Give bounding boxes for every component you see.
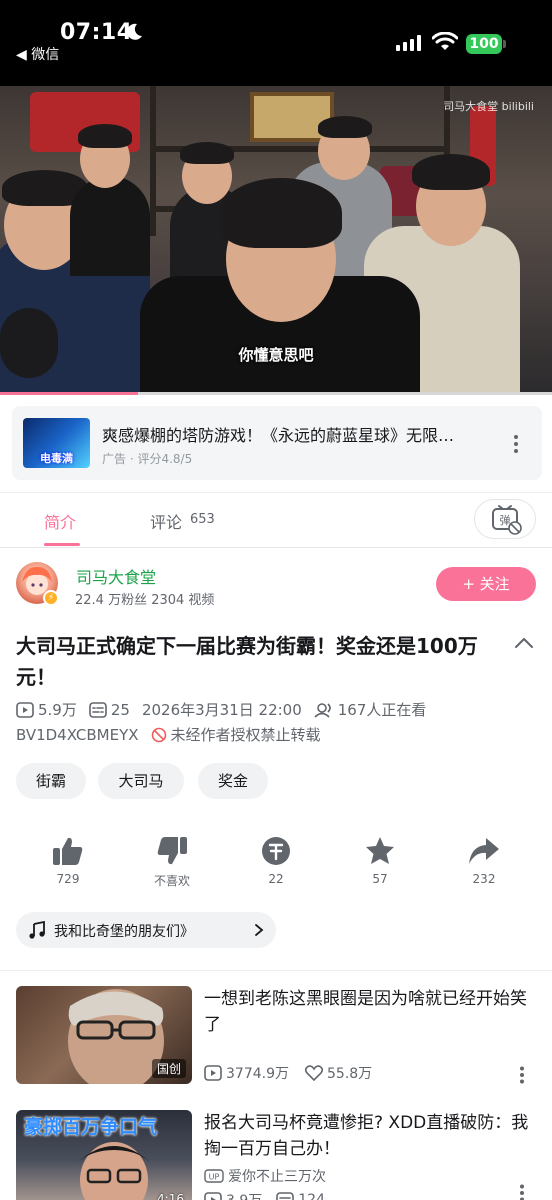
video-progress-bar[interactable]: [0, 392, 552, 395]
ad-thumbnail: 电毒满: [23, 418, 90, 468]
related-uploader-name: 爱你不止三万次: [228, 1169, 326, 1185]
danmaku-off-icon: 弹: [492, 505, 522, 535]
watching-now: 167人正在看: [337, 701, 427, 719]
person-hair: [78, 124, 132, 148]
thumbnail-badge: 国创: [151, 1059, 186, 1078]
background-music-link[interactable]: 我和比奇堡的朋友们》: [16, 912, 276, 948]
section-divider: [0, 970, 552, 971]
video-duration: 4:16: [157, 1192, 184, 1200]
person-hair: [180, 142, 234, 164]
coin-button[interactable]: 22: [246, 836, 306, 886]
play-count-icon: [204, 1065, 222, 1081]
up-badge-icon: UP: [204, 1169, 224, 1183]
battery-indicator: 100: [466, 34, 502, 54]
person-hair: [318, 116, 372, 138]
related-video-meta: 3.9万 124: [204, 1190, 325, 1200]
music-title: 我和比奇堡的朋友们》: [54, 924, 194, 940]
wifi-icon: [432, 32, 458, 50]
microphone: [0, 308, 58, 378]
viewers-icon: [314, 702, 331, 718]
moon-icon: [127, 23, 142, 40]
related-view-count: 3774.9万: [226, 1066, 289, 1082]
chevron-right-icon: [255, 924, 264, 936]
danmaku-count: 25: [110, 700, 130, 719]
video-player[interactable]: 司马大食堂 bilibili 你懂意思吧: [0, 86, 552, 394]
person-hair: [220, 178, 342, 248]
video-meta-line: 5.9万 25 2026年3月31日 22:00 167人正在看: [16, 699, 426, 720]
uploader-name[interactable]: 司马大食堂: [76, 564, 156, 588]
more-vertical-icon[interactable]: [518, 1066, 526, 1084]
person-hair: [412, 154, 490, 190]
music-note-icon: [29, 921, 45, 939]
heart-icon: [305, 1065, 323, 1081]
dislike-label: 不喜欢: [153, 874, 190, 888]
no-repost-icon: [151, 727, 166, 742]
svg-text:弹: 弹: [500, 513, 511, 527]
verified-badge-icon: ⚡: [43, 590, 59, 606]
follow-button[interactable]: + 关注: [436, 567, 536, 601]
video-progress-fill: [0, 392, 138, 395]
copyright-notice: 未经作者授权禁止转载: [170, 726, 321, 744]
tab-intro[interactable]: 简介: [44, 509, 76, 533]
thumbnail-overlay-text: 豪掷百万争口气: [24, 1116, 158, 1138]
comments-count: 653: [190, 512, 215, 527]
coin-icon: [262, 837, 290, 865]
view-count: 5.9万: [38, 701, 77, 719]
favorite-count: 57: [372, 872, 388, 886]
person-body: [70, 176, 150, 276]
tag-chip[interactable]: 奖金: [198, 763, 268, 799]
related-comment-count: 124: [298, 1192, 325, 1200]
tag-chip[interactable]: 街霸: [16, 763, 86, 799]
tab-bar: 简介 评论 653 弹: [0, 492, 552, 548]
related-video-title[interactable]: 报名大司马杯竟遭惨拒? XDD直播破防：我掏一百万自己办！: [204, 1110, 538, 1162]
related-like-count: 55.8万: [327, 1066, 373, 1082]
more-vertical-icon[interactable]: [512, 434, 520, 454]
thumbs-down-icon: [157, 837, 187, 865]
ad-title: 爽感爆棚的塔防游戏！《永远的蔚蓝星球》无限…: [102, 426, 455, 445]
related-video-thumbnail[interactable]: 国创: [16, 986, 192, 1084]
related-video-uploader[interactable]: UP 爱你不止三万次: [204, 1166, 326, 1186]
like-button[interactable]: 729: [38, 836, 98, 886]
related-view-count: 3.9万: [226, 1190, 262, 1200]
share-button[interactable]: 232: [454, 836, 514, 886]
like-count: 729: [56, 872, 80, 886]
play-count-icon: [204, 1192, 222, 1200]
play-count-icon: [16, 701, 34, 718]
ad-thumbnail-text: 电毒满: [40, 452, 73, 465]
status-bar: 07:14 ◀ 微信 100: [0, 0, 552, 86]
share-icon: [469, 838, 499, 864]
video-id-line: BV1D4XCBMEYX 未经作者授权禁止转载: [16, 724, 321, 745]
share-count: 232: [472, 872, 496, 886]
comment-count-icon: [276, 1192, 295, 1200]
related-video-thumbnail[interactable]: 豪掷百万争口气 4:16: [16, 1110, 192, 1200]
related-video-title[interactable]: 一想到老陈这黑眼圈是因为啥就已经开始笑了: [204, 986, 538, 1038]
bvid: BV1D4XCBMEYX: [16, 725, 139, 744]
related-video-meta: 3774.9万 55.8万: [204, 1063, 372, 1083]
publish-date: 2026年3月31日 22:00: [141, 701, 302, 719]
cellular-signal-icon: [396, 35, 421, 51]
back-to-wechat-link[interactable]: ◀ 微信: [16, 44, 59, 64]
star-icon: [366, 837, 394, 864]
thumbs-up-icon: [53, 837, 83, 865]
tab-active-indicator: [44, 543, 80, 546]
danmaku-toggle-button[interactable]: 弹: [474, 499, 536, 539]
video-watermark: 司马大食堂 bilibili: [443, 100, 534, 113]
ad-card[interactable]: 电毒满 爽感爆棚的塔防游戏！《永远的蔚蓝星球》无限… 广告 · 评分4.8/5: [12, 406, 542, 480]
more-vertical-icon[interactable]: [518, 1184, 526, 1200]
tag-chip[interactable]: 大司马: [98, 763, 184, 799]
battery-cap: [503, 40, 506, 48]
dislike-button[interactable]: 不喜欢: [142, 836, 202, 889]
video-title: 大司马正式确定下一届比赛为街霸！奖金还是100万元！: [16, 634, 478, 689]
status-time: 07:14: [60, 20, 133, 45]
video-subtitle: 你懂意思吧: [238, 346, 314, 364]
tab-comments[interactable]: 评论: [150, 509, 182, 533]
coin-count: 22: [268, 872, 284, 886]
danmaku-count-icon: [89, 701, 107, 718]
chevron-up-icon[interactable]: [514, 636, 534, 650]
svg-text:UP: UP: [209, 1173, 220, 1182]
ad-meta: 广告 · 评分4.8/5: [102, 452, 193, 466]
uploader-stats: 22.4 万粉丝 2304 视频: [75, 593, 215, 608]
favorite-button[interactable]: 57: [350, 836, 410, 886]
